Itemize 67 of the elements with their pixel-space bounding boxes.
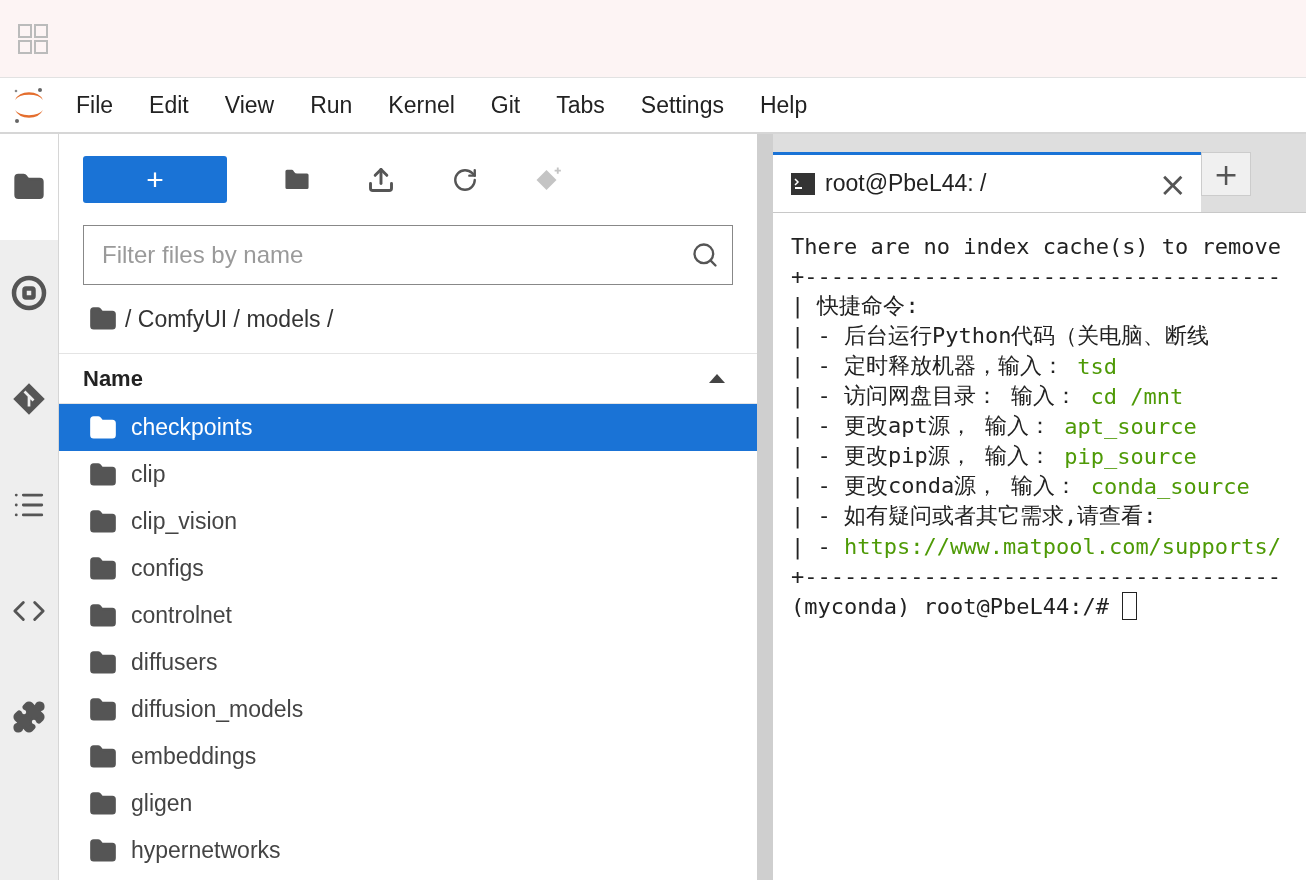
folder-icon bbox=[89, 742, 117, 771]
git-icon bbox=[11, 381, 47, 417]
folder-icon bbox=[89, 413, 117, 442]
folder-icon bbox=[89, 695, 117, 724]
terminal-icon bbox=[791, 172, 815, 195]
command-text: https://www.matpool.com/supports/ bbox=[844, 533, 1282, 559]
sort-caret-icon bbox=[709, 374, 725, 383]
terminal-line: | - 定时释放机器，输入： bbox=[791, 352, 1065, 381]
column-header[interactable]: Name bbox=[83, 365, 143, 392]
refresh-icon bbox=[452, 166, 478, 193]
file-row[interactable]: checkpoints bbox=[59, 404, 757, 451]
file-row[interactable]: clip_vision bbox=[59, 498, 757, 545]
breadcrumb-path[interactable]: / ComfyUI / models / bbox=[125, 305, 334, 333]
command-text: cd /mnt bbox=[1090, 383, 1184, 409]
terminal-line: | - bbox=[791, 533, 832, 559]
menu-item[interactable]: File bbox=[58, 91, 132, 119]
menu-item[interactable]: Git bbox=[472, 91, 539, 119]
folder-icon bbox=[89, 507, 117, 536]
menu-item[interactable]: Kernel bbox=[370, 91, 473, 119]
menu-item[interactable]: Tabs bbox=[538, 91, 623, 119]
new-tab-button[interactable]: + bbox=[1201, 152, 1251, 196]
terminal-line: | - 后台运行Python代码（关电脑、断线 bbox=[791, 322, 1210, 351]
filter-field[interactable]: Filter files by name bbox=[83, 225, 733, 285]
stop-icon bbox=[11, 275, 47, 311]
menu-item[interactable]: Edit bbox=[131, 91, 207, 119]
file-row[interactable]: hypernetworks bbox=[59, 827, 757, 874]
file-row[interactable]: embeddings bbox=[59, 733, 757, 780]
cursor bbox=[1122, 592, 1138, 620]
folder-icon bbox=[89, 460, 117, 489]
terminal-line: +------------------------------------ bbox=[791, 263, 1282, 289]
menu-item[interactable]: Settings bbox=[622, 91, 742, 119]
terminal-line: | - 更改conda源， 输入： bbox=[791, 472, 1079, 501]
terminal-line: | - 访问网盘目录： 输入： bbox=[791, 382, 1079, 411]
file-row[interactable]: gligen bbox=[59, 780, 757, 827]
menu-item[interactable]: Help bbox=[741, 91, 826, 119]
upload-icon bbox=[367, 165, 395, 194]
sidebar-tab[interactable] bbox=[0, 134, 58, 240]
file-row[interactable]: diffusion_models bbox=[59, 686, 757, 733]
terminal-line: +------------------------------------ bbox=[791, 563, 1282, 589]
folder-icon bbox=[89, 601, 117, 630]
terminal-line: | - 更改pip源， 输入： bbox=[791, 442, 1052, 471]
file-row[interactable]: diffusers bbox=[59, 639, 757, 686]
terminal-line: | 快捷命令: bbox=[791, 292, 919, 321]
menu-item[interactable]: View bbox=[206, 91, 293, 119]
command-text: pip_source bbox=[1064, 443, 1197, 469]
terminal-line: There are no index cache(s) to remove bbox=[791, 233, 1282, 259]
file-row[interactable]: clip bbox=[59, 451, 757, 498]
search-icon bbox=[691, 241, 719, 269]
menu-item[interactable]: Run bbox=[292, 91, 371, 119]
command-text: apt_source bbox=[1064, 413, 1197, 439]
terminal-tab[interactable]: root@PbeL44: / × bbox=[773, 152, 1201, 212]
command-text: tsd bbox=[1077, 353, 1117, 379]
file-row[interactable]: configs bbox=[59, 545, 757, 592]
file-row[interactable]: controlnet bbox=[59, 592, 757, 639]
folder-icon bbox=[89, 789, 117, 818]
folder-icon bbox=[89, 648, 117, 677]
terminal-line: | - 如有疑问或者其它需求,请查看: bbox=[791, 502, 1157, 531]
puzzle-icon bbox=[12, 700, 46, 734]
folder-icon bbox=[89, 836, 117, 865]
folder-icon bbox=[89, 305, 117, 333]
logo-icon bbox=[12, 85, 46, 125]
new-launcher-button[interactable]: + bbox=[83, 156, 227, 203]
close-button[interactable]: × bbox=[1158, 166, 1187, 201]
terminal-line: | - 更改apt源， 输入： bbox=[791, 412, 1052, 441]
folder-icon bbox=[89, 554, 117, 583]
shell-prompt: (myconda) root@PbeL44:/# bbox=[791, 593, 1110, 619]
command-text: conda_source bbox=[1090, 473, 1250, 499]
